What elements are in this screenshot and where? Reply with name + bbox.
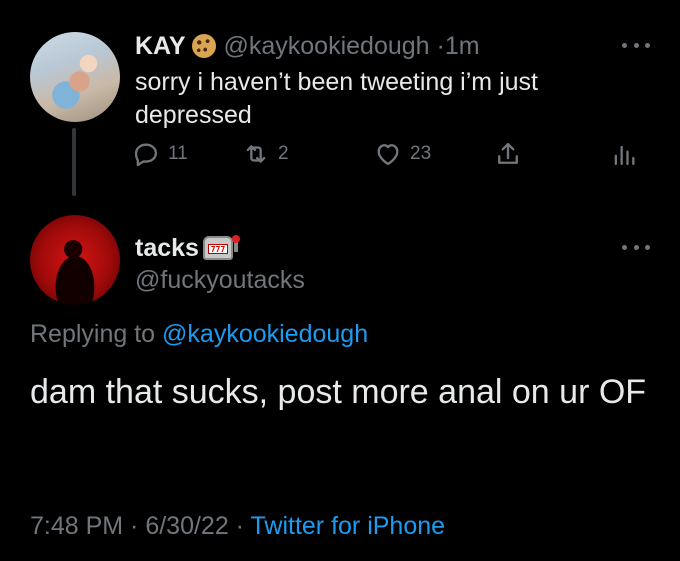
slot-machine-icon: 777 <box>202 235 240 260</box>
display-name[interactable]: tacks <box>135 233 199 263</box>
reply-icon <box>134 143 158 167</box>
mention-link[interactable]: @kaykookiedough <box>162 320 368 348</box>
separator: · <box>436 32 445 60</box>
share-icon <box>498 142 518 164</box>
retweet-count: 2 <box>278 143 289 164</box>
tweet-text: dam that sucks, post more anal on ur OF <box>30 373 647 411</box>
share-button[interactable] <box>494 140 522 168</box>
more-options-icon[interactable] <box>622 40 650 50</box>
like-count: 23 <box>410 143 432 164</box>
slot-digits: 777 <box>207 244 228 254</box>
avatar[interactable] <box>30 215 120 305</box>
reply-tweet-header: tacks 777 <box>135 233 240 263</box>
retweet-icon <box>246 145 266 163</box>
handle[interactable]: @fuckyoutacks <box>135 265 305 295</box>
reply-count: 11 <box>168 143 188 164</box>
tweet-text: sorry i haven’t been tweeting i’m just d… <box>135 68 538 129</box>
handle[interactable]: @kaykookiedough ·1m <box>224 31 480 61</box>
thread-connector-line <box>72 128 76 196</box>
tweet-meta: 7:48 PM · 6/30/22 · Twitter for iPhone <box>30 510 445 542</box>
tweet-thread: KAY @kaykookiedough ·1m sorry i haven’t … <box>0 0 680 561</box>
avatar[interactable] <box>30 32 120 122</box>
handle-text[interactable]: @kaykookiedough <box>224 32 430 60</box>
reply-button[interactable]: 11 <box>132 140 188 168</box>
like-button[interactable]: 23 <box>374 140 431 168</box>
display-name[interactable]: KAY <box>135 31 186 61</box>
source-link[interactable]: Twitter for iPhone <box>251 512 446 540</box>
retweet-button[interactable]: 2 <box>242 140 289 168</box>
replying-to-line: Replying to @kaykookiedough <box>30 318 368 350</box>
action-bar: 11 2 23 <box>132 140 652 176</box>
timestamp[interactable]: 7:48 PM · 6/30/22 · <box>30 512 244 540</box>
more-options-icon[interactable] <box>622 242 650 252</box>
heart-icon <box>377 144 399 166</box>
replying-prefix: Replying to <box>30 320 156 348</box>
analytics-button[interactable] <box>610 140 638 168</box>
analytics-icon <box>614 145 635 166</box>
tweet-time[interactable]: 1m <box>445 32 480 60</box>
parent-tweet-header: KAY @kaykookiedough ·1m <box>135 31 480 61</box>
cookie-icon <box>191 34 216 58</box>
